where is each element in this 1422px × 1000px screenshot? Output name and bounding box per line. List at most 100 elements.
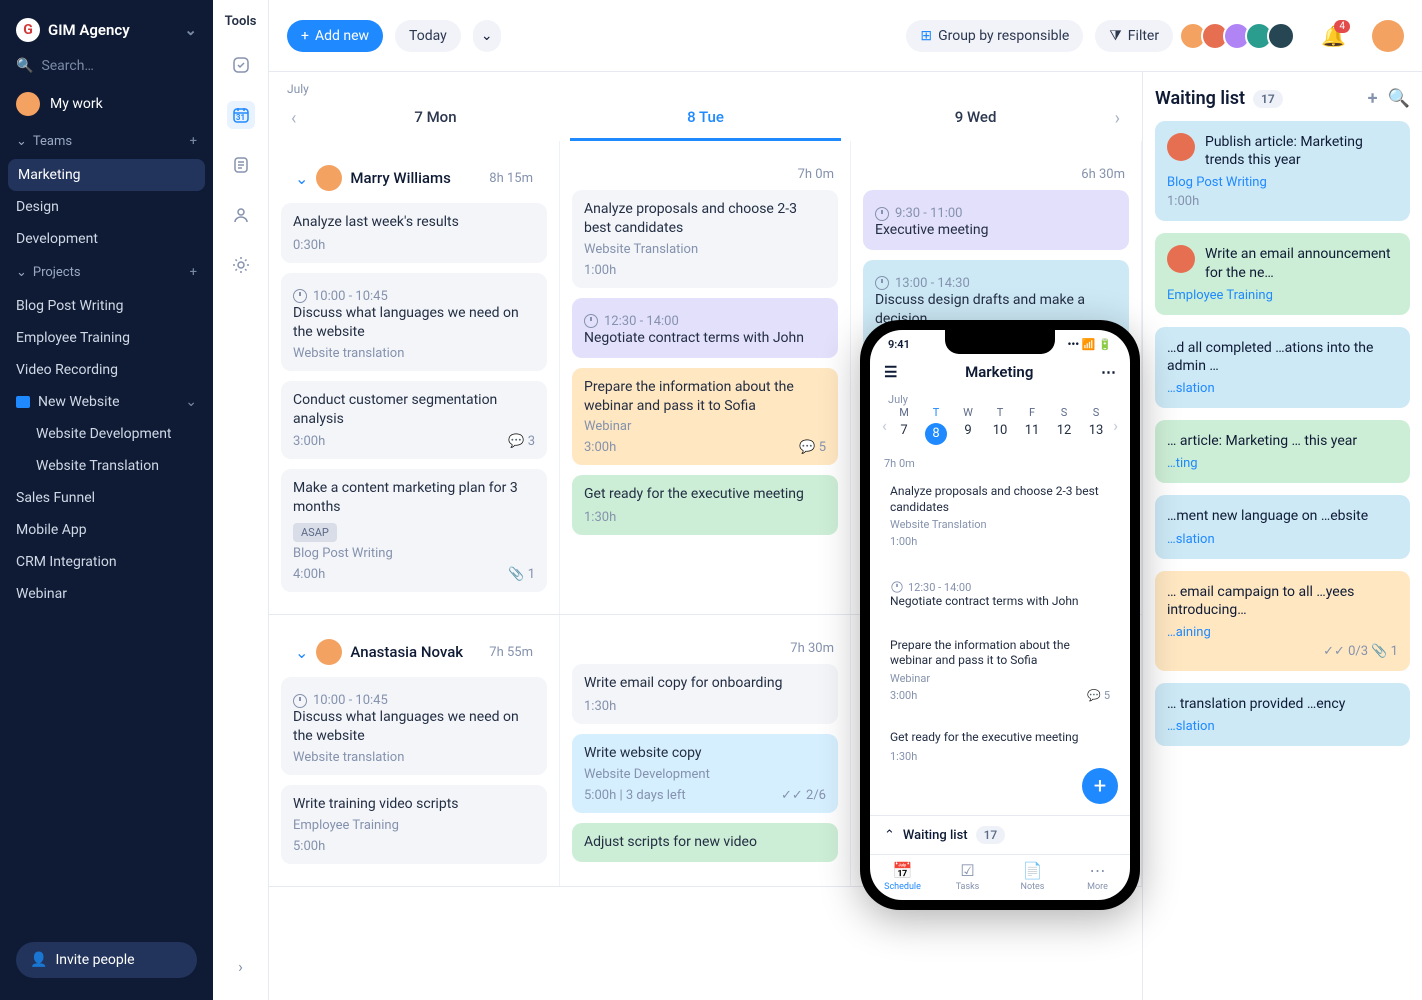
sidebar-project-item[interactable]: Sales Funnel [0, 482, 213, 514]
sidebar-project-item[interactable]: Mobile App [0, 514, 213, 546]
task-card[interactable]: Conduct customer segmentation analysis3:… [281, 381, 547, 460]
next-week-icon[interactable]: › [1113, 416, 1118, 435]
search-waitlist-icon[interactable]: 🔍 [1388, 88, 1410, 109]
task-card[interactable]: 10:00 - 10:45Discuss what languages we n… [281, 677, 547, 775]
teams-section-header[interactable]: ⌄Teams + [0, 124, 213, 159]
phone-tab[interactable]: ⋯More [1065, 855, 1130, 900]
waitlist-card[interactable]: … translation provided …ency…slation [1155, 683, 1410, 746]
person-header[interactable]: ⌄Marry Williams8h 15m [281, 153, 547, 203]
sidebar-project-item[interactable]: Blog Post Writing [0, 290, 213, 322]
waitlist-card[interactable]: … article: Marketing … this year…ting [1155, 420, 1410, 483]
task-card[interactable]: Write website copyWebsite Development5:0… [572, 734, 838, 813]
phone-day[interactable]: S12 [1052, 406, 1076, 445]
more-icon[interactable]: ⋯ [1101, 363, 1116, 381]
day-tab[interactable]: 7 Mon [300, 96, 570, 141]
task-card[interactable]: Write email copy for onboarding1:30h [572, 664, 838, 724]
task-card[interactable]: Analyze last week's results0:30h [281, 203, 547, 263]
sidebar-team-item[interactable]: Development [0, 223, 213, 255]
tools-label: Tools [225, 14, 257, 29]
invite-people-button[interactable]: 👤 Invite people [16, 942, 197, 978]
clock-icon [584, 314, 598, 328]
waiting-list-count: 17 [1253, 90, 1283, 108]
folder-icon [16, 396, 30, 408]
phone-task-card[interactable]: Get ready for the executive meeting1:30h [880, 720, 1120, 773]
phone-day[interactable]: T10 [988, 406, 1012, 445]
phone-tab[interactable]: 📄Notes [1000, 855, 1065, 900]
prev-days-button[interactable]: ‹ [287, 108, 300, 129]
add-new-button[interactable]: +Add new [287, 20, 383, 52]
grid-icon: ⊞ [920, 28, 932, 44]
notes-tool-icon[interactable] [227, 151, 255, 179]
phone-tab[interactable]: ☑Tasks [935, 855, 1000, 900]
workspace-name: GIM Agency [48, 21, 130, 39]
checkbox-tool-icon[interactable] [227, 51, 255, 79]
current-user-avatar[interactable] [1372, 20, 1404, 52]
next-days-button[interactable]: › [1111, 108, 1124, 129]
filter-button[interactable]: ⧩Filter [1095, 20, 1173, 52]
sidebar-project-item[interactable]: New Website⌄ [0, 386, 213, 418]
notifications-button[interactable]: 🔔 4 [1321, 24, 1346, 48]
phone-tab[interactable]: 📅Schedule [870, 855, 935, 900]
workspace-switcher[interactable]: G GIM Agency ⌄ [0, 12, 213, 48]
phone-waiting-list-toggle[interactable]: ⌃ Waiting list 17 [870, 815, 1130, 854]
waiting-list-title: Waiting list [1155, 88, 1245, 109]
task-card[interactable]: 10:00 - 10:45Discuss what languages we n… [281, 273, 547, 371]
sidebar-project-item[interactable]: CRM Integration [0, 546, 213, 578]
team-avatars[interactable] [1185, 22, 1295, 50]
sidebar-project-item[interactable]: Webinar [0, 578, 213, 610]
day-tab[interactable]: 9 Wed [841, 96, 1111, 141]
prev-week-icon[interactable]: ‹ [882, 416, 887, 435]
add-waitlist-icon[interactable]: + [1368, 88, 1378, 109]
settings-tool-icon[interactable] [227, 251, 255, 279]
today-button[interactable]: Today [395, 20, 461, 52]
task-card[interactable]: Get ready for the executive meeting1:30h [572, 475, 838, 535]
people-tool-icon[interactable] [227, 201, 255, 229]
add-team-icon[interactable]: + [190, 134, 197, 149]
phone-day[interactable]: W9 [956, 406, 980, 445]
chevron-down-icon: ⌄ [16, 134, 27, 149]
projects-section-header[interactable]: ⌄Projects + [0, 255, 213, 290]
task-card[interactable]: 9:30 - 11:00Executive meeting [863, 190, 1129, 250]
task-card[interactable]: Write training video scriptsEmployee Tra… [281, 785, 547, 864]
task-card[interactable]: Prepare the information about the webina… [572, 368, 838, 466]
workspace-logo: G [16, 18, 40, 42]
sidebar-team-item[interactable]: Design [0, 191, 213, 223]
task-card[interactable]: 12:30 - 14:00Negotiate contract terms wi… [572, 298, 838, 358]
sidebar-team-item[interactable]: Marketing [8, 159, 205, 191]
sidebar-project-item[interactable]: Employee Training [0, 322, 213, 354]
search-input[interactable]: 🔍 Search… [0, 48, 213, 84]
task-card[interactable]: Make a content marketing plan for 3 mont… [281, 469, 547, 592]
date-dropdown-button[interactable]: ⌄ [473, 20, 501, 52]
phone-add-button[interactable]: + [1082, 768, 1118, 804]
phone-day[interactable]: M7 [892, 406, 916, 445]
person-header[interactable]: ⌄Anastasia Novak7h 55m [281, 627, 547, 677]
day-tab[interactable]: 8 Tue [570, 96, 840, 141]
calendar-tool-icon[interactable]: 31 [227, 101, 255, 129]
sidebar-project-subitem[interactable]: Website Development [0, 418, 213, 450]
sidebar-project-item[interactable]: Video Recording [0, 354, 213, 386]
waitlist-card[interactable]: …d all completed …ations into the admin … [1155, 327, 1410, 408]
phone-task-card[interactable]: 12:30 - 14:00Negotiate contract terms wi… [880, 566, 1120, 620]
phone-task-card[interactable]: Analyze proposals and choose 2-3 best ca… [880, 474, 1120, 558]
add-project-icon[interactable]: + [190, 265, 197, 280]
my-work-link[interactable]: My work [0, 84, 213, 124]
phone-day[interactable]: S13 [1084, 406, 1108, 445]
phone-task-card[interactable]: Prepare the information about the webina… [880, 628, 1120, 712]
avatar [316, 639, 342, 665]
group-by-button[interactable]: ⊞Group by responsible [906, 20, 1083, 52]
month-label: July [287, 82, 309, 96]
collapse-rail-icon[interactable]: › [227, 952, 255, 980]
waitlist-card[interactable]: …ment new language on …ebsite…slation [1155, 495, 1410, 558]
phone-day[interactable]: F11 [1020, 406, 1044, 445]
waitlist-card[interactable]: Write an email announcement for the ne…E… [1155, 233, 1410, 314]
clock-icon [875, 207, 889, 221]
task-card[interactable]: Analyze proposals and choose 2-3 best ca… [572, 190, 838, 288]
menu-icon[interactable]: ☰ [884, 363, 897, 381]
phone-day[interactable]: T8 [924, 406, 948, 445]
chevron-down-icon: ⌄ [295, 169, 308, 188]
clock-icon [891, 582, 902, 593]
sidebar-project-subitem[interactable]: Website Translation [0, 450, 213, 482]
waitlist-card[interactable]: Publish article: Marketing trends this y… [1155, 121, 1410, 221]
task-card[interactable]: Adjust scripts for new video [572, 823, 838, 862]
waitlist-card[interactable]: … email campaign to all …yees introducin… [1155, 571, 1410, 671]
